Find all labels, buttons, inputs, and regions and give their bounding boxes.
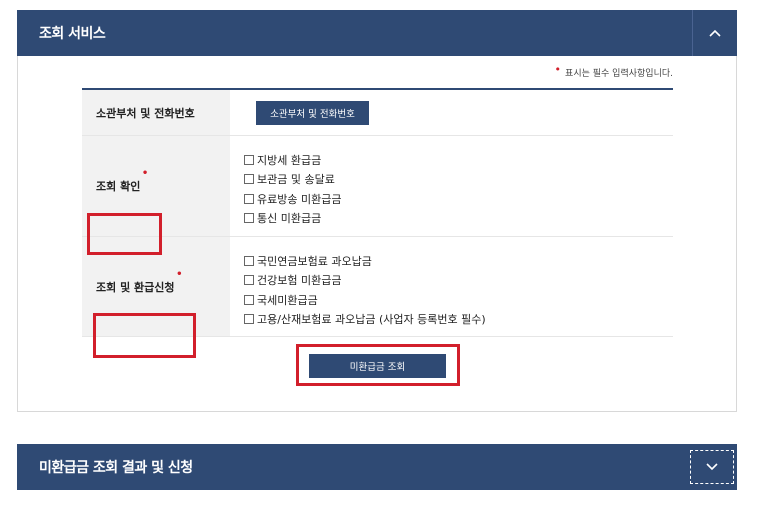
- dept-phone-button[interactable]: 소관부처 및 전화번호: [256, 100, 369, 125]
- expand-toggle-button[interactable]: [690, 450, 734, 484]
- checkbox-icon[interactable]: [244, 193, 254, 204]
- checkbox-icon[interactable]: [244, 154, 254, 165]
- chevron-up-icon: [709, 29, 721, 37]
- checkbox-national-pension[interactable]: 국민연금보험료 과오납금: [244, 251, 673, 271]
- checkbox-icon[interactable]: [244, 213, 254, 224]
- result-panel-title: 미환급금 조회 결과 및 신청: [39, 460, 193, 476]
- checkbox-national-tax[interactable]: 국세미환급금: [244, 290, 673, 310]
- inquiry-row: 조회 확인 • 지방세 환급금 보관금 및 송달료 유료방송 미환급금 통신 미…: [82, 136, 673, 237]
- highlight-box: [87, 213, 162, 255]
- checkbox-icon[interactable]: [244, 255, 254, 266]
- service-panel: 조회 서비스 • 표시는 필수 입력사항입니다. 소관부처 및 전화번호 소관부처…: [17, 10, 737, 412]
- highlight-box: [296, 344, 460, 386]
- highlight-box: [93, 313, 196, 358]
- chevron-down-icon: [706, 463, 718, 471]
- result-panel-header: 미환급금 조회 결과 및 신청: [17, 444, 737, 490]
- service-panel-title: 조회 서비스: [39, 26, 106, 42]
- required-note: • 표시는 필수 입력사항입니다.: [554, 63, 673, 79]
- checkbox-health-insurance[interactable]: 건강보험 미환급금: [244, 271, 673, 291]
- collapse-toggle-button[interactable]: [692, 10, 737, 56]
- checkbox-deposit-fee[interactable]: 보관금 및 송달료: [244, 170, 673, 190]
- dept-row: 소관부처 및 전화번호 소관부처 및 전화번호: [82, 90, 673, 136]
- dept-label: 소관부처 및 전화번호: [82, 90, 230, 135]
- checkbox-icon[interactable]: [244, 294, 254, 305]
- result-panel: 미환급금 조회 결과 및 신청: [17, 444, 737, 490]
- required-dot-icon: •: [141, 168, 149, 179]
- inquiry-form: 소관부처 및 전화번호 소관부처 및 전화번호 조회 확인 • 지방세 환급금 …: [82, 88, 673, 337]
- service-panel-body: • 표시는 필수 입력사항입니다. 소관부처 및 전화번호 소관부처 및 전화번호…: [17, 56, 737, 412]
- checkbox-local-tax-refund[interactable]: 지방세 환급금: [244, 150, 673, 170]
- service-panel-header: 조회 서비스: [17, 10, 737, 56]
- checkbox-telecom[interactable]: 통신 미환급금: [244, 209, 673, 229]
- required-dot-icon: •: [176, 268, 183, 280]
- required-dot-icon: •: [554, 63, 562, 76]
- checkbox-icon[interactable]: [244, 314, 254, 325]
- checkbox-paid-broadcast[interactable]: 유료방송 미환급금: [244, 189, 673, 209]
- checkbox-icon[interactable]: [244, 275, 254, 286]
- checkbox-icon[interactable]: [244, 174, 254, 185]
- checkbox-employment-insurance[interactable]: 고용/산재보험료 과오납금 (사업자 등록번호 필수): [244, 310, 673, 330]
